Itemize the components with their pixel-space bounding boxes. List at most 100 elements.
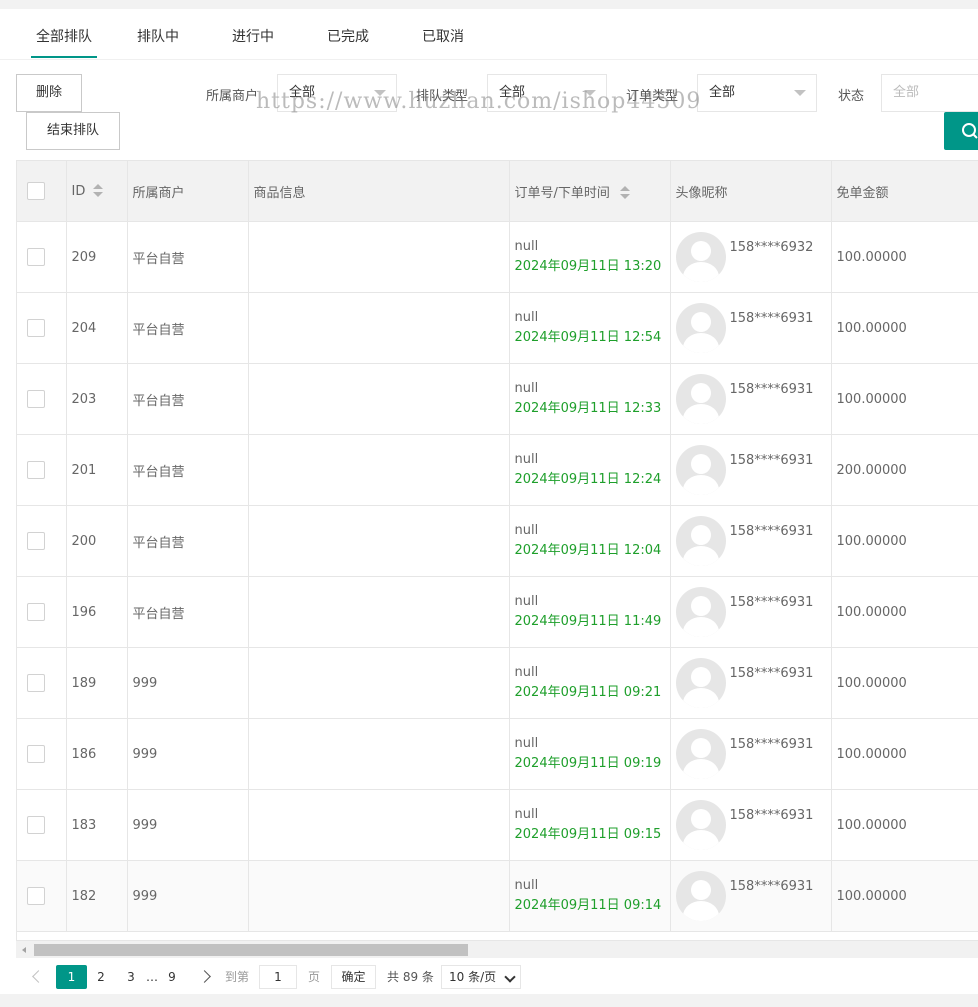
col-free-amount: 免单金额: [831, 160, 978, 222]
cell-nickname: 158****6931: [729, 382, 814, 397]
row-checkbox[interactable]: [27, 674, 45, 692]
table-row[interactable]: 200 平台自营 null 2024年09月11日 12:04 158****6931 1…: [17, 505, 978, 577]
queue-panel: 全部排队 排队中 进行中 已完成 已取消 删除 所属商户 全部 排队类型 全部 …: [0, 9, 978, 994]
sort-icon[interactable]: [619, 186, 630, 200]
cell-order-time: 2024年09月11日 09:14: [514, 898, 662, 913]
table-row[interactable]: 201 平台自营 null 2024年09月11日 12:24 158****6931 2…: [17, 434, 978, 506]
table-row[interactable]: 186 999 null 2024年09月11日 09:19 158****6931 10…: [17, 718, 978, 790]
cell-goods: [248, 221, 510, 293]
cell-nickname: 158****6931: [729, 524, 814, 539]
cell-order-time: 2024年09月11日 12:24: [514, 472, 662, 487]
cell-id: 201: [66, 434, 128, 506]
row-checkbox[interactable]: [27, 816, 45, 834]
goto-prefix: 到第: [225, 970, 250, 984]
table-row[interactable]: 189 999 null 2024年09月11日 09:21 158****6931 10…: [17, 647, 978, 719]
sort-icon[interactable]: [93, 184, 104, 198]
table-row[interactable]: 196 平台自营 null 2024年09月11日 11:49 158****6931 1…: [17, 576, 978, 648]
chevron-down-icon: [374, 90, 386, 96]
cell-free-amount: 100.00000: [831, 860, 978, 932]
row-checkbox[interactable]: [27, 248, 45, 266]
tab-all-queue[interactable]: 全部排队: [36, 9, 92, 59]
avatar: [675, 445, 726, 495]
order-type-select[interactable]: 全部: [697, 74, 817, 112]
avatar: [675, 232, 726, 282]
goto-ok-button[interactable]: 确定: [331, 965, 376, 989]
search-button[interactable]: [944, 112, 978, 150]
row-checkbox[interactable]: [27, 887, 45, 905]
tab-completed[interactable]: 已完成: [327, 9, 369, 59]
goto-page-input[interactable]: 1: [259, 965, 297, 989]
row-checkbox[interactable]: [27, 319, 45, 337]
cell-order-no: null: [514, 452, 539, 467]
merchant-select[interactable]: 全部: [277, 74, 397, 112]
cell-goods: [248, 647, 510, 719]
row-checkbox[interactable]: [27, 461, 45, 479]
page-1[interactable]: 1: [56, 965, 87, 989]
col-order: 订单号/下单时间: [514, 185, 610, 201]
select-all-checkbox[interactable]: [27, 182, 45, 200]
delete-button[interactable]: 删除: [16, 74, 82, 112]
cell-order-time: 2024年09月11日 11:49: [514, 614, 662, 629]
tab-queuing[interactable]: 排队中: [137, 9, 179, 59]
order-type-select-value: 全部: [709, 85, 736, 100]
search-icon: [962, 123, 978, 139]
cell-merchant: 平台自营: [127, 576, 249, 648]
pagination: 1 2 3 … 9 到第 1 页 确定 共 89 条 10 条/页: [16, 956, 978, 994]
cell-merchant: 平台自营: [127, 363, 249, 435]
next-page-icon[interactable]: [198, 970, 211, 983]
cell-order-no: null: [514, 239, 539, 254]
cell-merchant: 平台自营: [127, 221, 249, 293]
cell-goods: [248, 576, 510, 648]
cell-goods: [248, 789, 510, 861]
cell-order-no: null: [514, 878, 539, 893]
cell-order-no: null: [514, 736, 539, 751]
merchant-select-value: 全部: [289, 85, 316, 100]
cell-free-amount: 200.00000: [831, 434, 978, 506]
cell-merchant: 999: [127, 789, 249, 861]
cell-id: 203: [66, 363, 128, 435]
cell-merchant: 999: [127, 647, 249, 719]
cell-order-no: null: [514, 310, 539, 325]
cell-order-time: 2024年09月11日 12:33: [514, 401, 662, 416]
page-3[interactable]: 3: [124, 965, 138, 989]
avatar: [675, 516, 726, 566]
cell-id: 183: [66, 789, 128, 861]
cell-nickname: 158****6932: [729, 240, 814, 255]
tab-cancelled[interactable]: 已取消: [422, 9, 464, 59]
cell-goods: [248, 505, 510, 577]
scroll-left-icon[interactable]: [22, 947, 26, 953]
status-input[interactable]: 全部: [881, 74, 978, 112]
cell-order-no: null: [514, 381, 539, 396]
cell-free-amount: 100.00000: [831, 789, 978, 861]
cell-goods: [248, 434, 510, 506]
cell-order-no: null: [514, 594, 539, 609]
tab-in-progress[interactable]: 进行中: [232, 9, 274, 59]
cell-order-no: null: [514, 807, 539, 822]
prev-page-icon[interactable]: [32, 970, 45, 983]
row-checkbox[interactable]: [27, 603, 45, 621]
table-row[interactable]: 209 平台自营 null 2024年09月11日 13:20 158****6932 1…: [17, 221, 978, 293]
cell-order-time: 2024年09月11日 12:54: [514, 330, 662, 345]
active-tab-indicator: [31, 56, 97, 58]
table-row[interactable]: 182 999 null 2024年09月11日 09:14 158****6931 10…: [17, 860, 978, 932]
page-2[interactable]: 2: [94, 965, 108, 989]
scrollbar-thumb[interactable]: [34, 944, 468, 956]
row-checkbox[interactable]: [27, 532, 45, 550]
page-size-select[interactable]: 10 条/页: [441, 965, 521, 989]
tab-bar: 全部排队 排队中 进行中 已完成 已取消: [0, 9, 978, 60]
end-queue-button[interactable]: 结束排队: [26, 112, 120, 150]
cell-order-time: 2024年09月11日 09:15: [514, 827, 662, 842]
row-checkbox[interactable]: [27, 390, 45, 408]
cell-id: 182: [66, 860, 128, 932]
cell-order-no: null: [514, 665, 539, 680]
col-id: ID: [71, 183, 86, 199]
page-size-value: 10 条/页: [449, 970, 497, 984]
row-checkbox[interactable]: [27, 745, 45, 763]
table-row[interactable]: 204 平台自营 null 2024年09月11日 12:54 158****6931 1…: [17, 292, 978, 364]
queue-type-select[interactable]: 全部: [487, 74, 607, 112]
cell-merchant: 平台自营: [127, 292, 249, 364]
table-row[interactable]: 183 999 null 2024年09月11日 09:15 158****6931 10…: [17, 789, 978, 861]
page-last[interactable]: 9: [165, 965, 179, 989]
cell-nickname: 158****6931: [729, 453, 814, 468]
table-row[interactable]: 203 平台自营 null 2024年09月11日 12:33 158****6931 1…: [17, 363, 978, 435]
